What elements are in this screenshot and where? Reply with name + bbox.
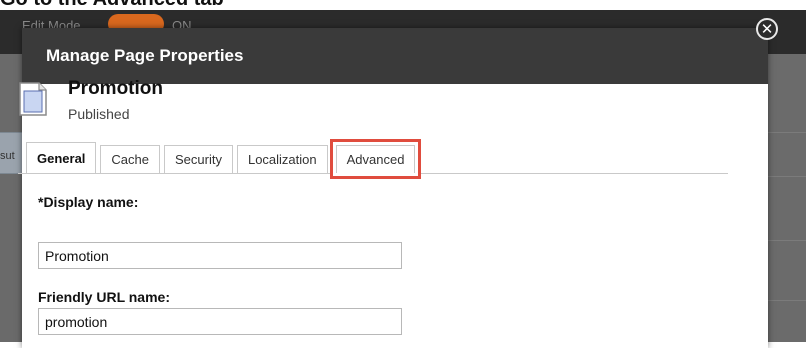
- tab-security[interactable]: Security: [164, 145, 233, 173]
- background-left-text: sut: [0, 150, 15, 162]
- tab-cache[interactable]: Cache: [100, 145, 160, 173]
- friendly-url-input[interactable]: [38, 308, 402, 335]
- tab-bar: General Cache Security Localization Adva…: [26, 142, 419, 173]
- tab-advanced[interactable]: Advanced: [335, 145, 416, 173]
- tab-strip-divider: [18, 173, 728, 174]
- document-icon: [19, 82, 47, 116]
- tab-general[interactable]: General: [26, 142, 97, 173]
- tab-localization[interactable]: Localization: [236, 145, 328, 173]
- background-divider: [768, 176, 806, 177]
- page-status: Published: [68, 106, 130, 122]
- background-divider: [768, 132, 806, 133]
- friendly-url-label: Friendly URL name:: [38, 289, 170, 305]
- page-title: Promotion: [68, 78, 163, 99]
- dialog-header: Manage Page Properties: [22, 28, 768, 84]
- display-name-label: *Display name:: [38, 194, 139, 210]
- dialog-title: Manage Page Properties: [46, 46, 244, 65]
- close-icon[interactable]: ✕: [756, 18, 778, 40]
- display-name-input[interactable]: [38, 242, 402, 269]
- background-divider: [768, 300, 806, 301]
- background-right-panel: [768, 54, 806, 342]
- background-divider: [768, 240, 806, 241]
